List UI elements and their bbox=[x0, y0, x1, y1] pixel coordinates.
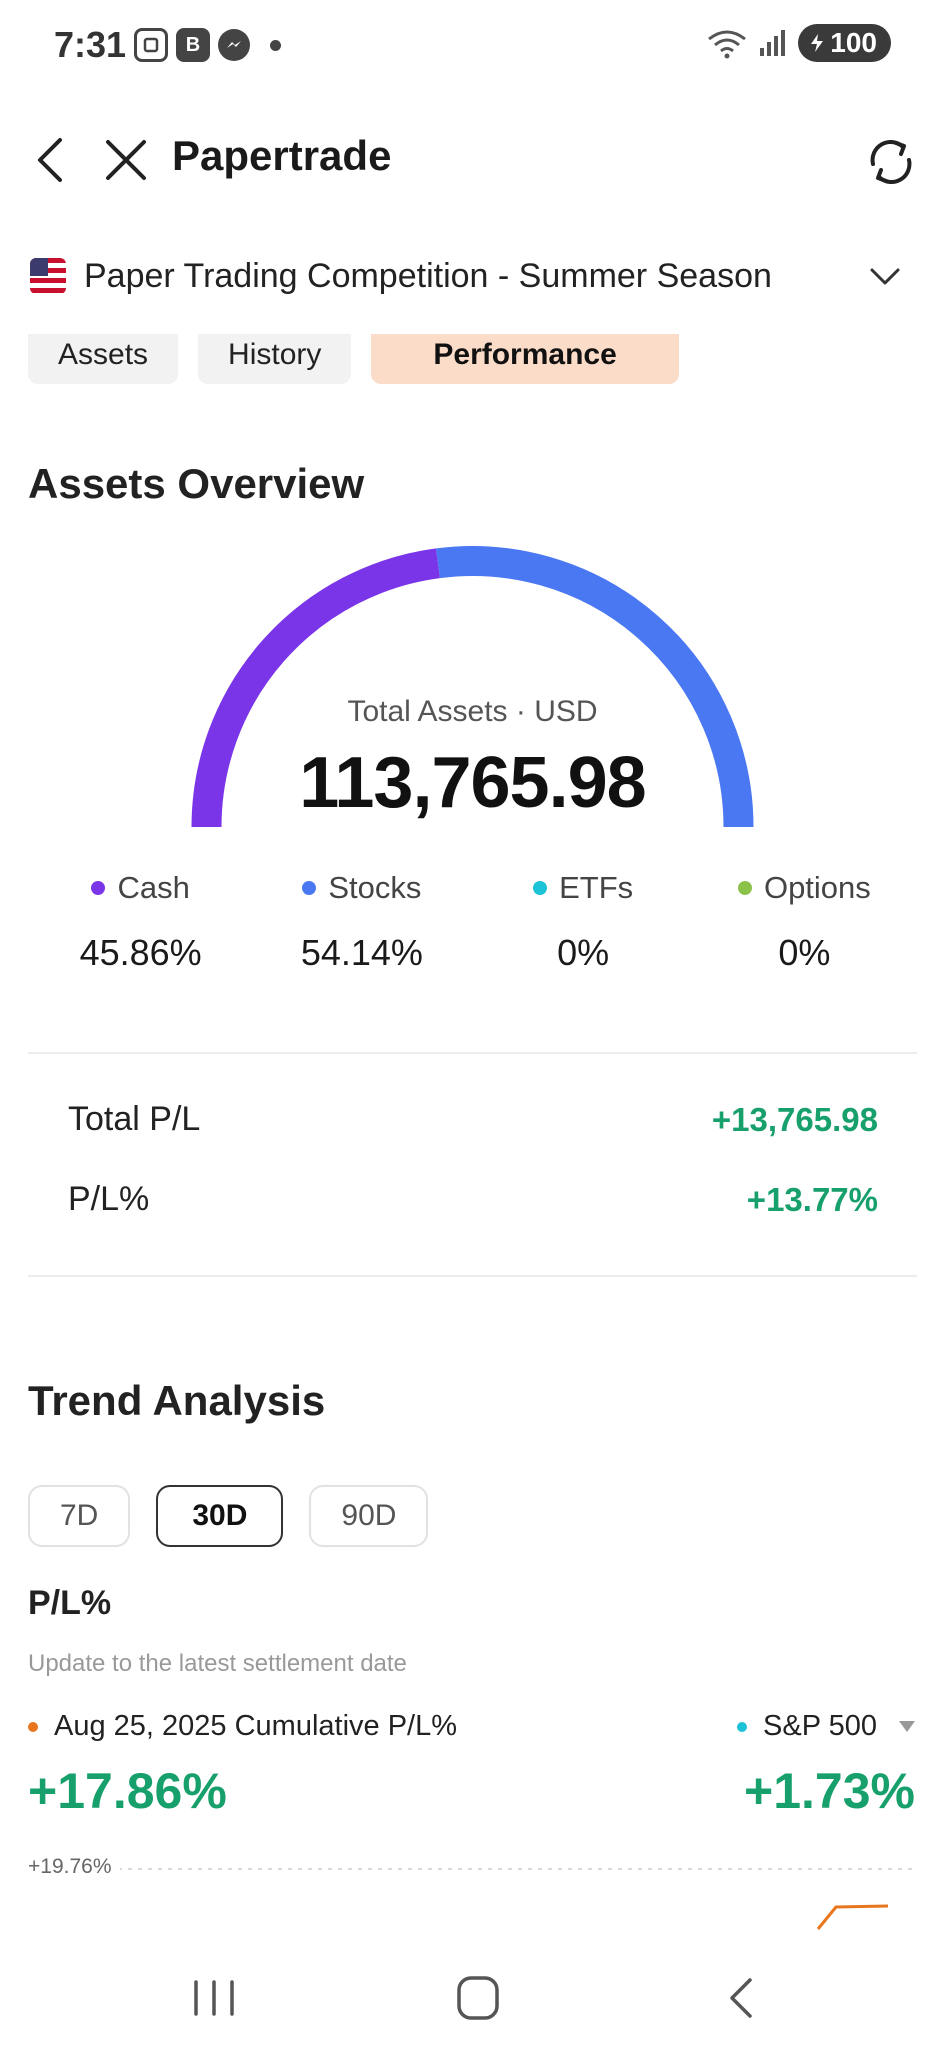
competition-selector[interactable]: Paper Trading Competition - Summer Seaso… bbox=[30, 248, 915, 304]
tab-assets[interactable]: Assets bbox=[28, 334, 179, 384]
allocation-name: Options bbox=[763, 870, 871, 905]
status-time: 7:31 bbox=[54, 24, 127, 65]
total-pl-row: Total P/L +13,765.98 bbox=[68, 1100, 878, 1139]
signal-icon bbox=[760, 30, 786, 56]
allocation-etfs: ETFs 0% bbox=[473, 870, 694, 974]
cash-dot-icon bbox=[91, 881, 106, 895]
allocation-options: Options 0% bbox=[694, 870, 915, 974]
divider bbox=[28, 1052, 917, 1054]
battery-icon: 100 bbox=[798, 24, 891, 62]
home-icon[interactable] bbox=[446, 1972, 510, 2024]
refresh-icon[interactable] bbox=[863, 134, 919, 190]
etfs-dot-icon bbox=[533, 881, 548, 895]
allocation-pct: 45.86% bbox=[79, 932, 202, 973]
dropdown-triangle-icon bbox=[899, 1721, 915, 1732]
period-30d[interactable]: 30D bbox=[156, 1485, 284, 1547]
wifi-icon bbox=[708, 30, 747, 59]
pl-chart-title: P/L% bbox=[28, 1584, 112, 1622]
allocation-name: Cash bbox=[117, 870, 190, 905]
dot-icon bbox=[270, 39, 281, 51]
allocation-cash: Cash 45.86% bbox=[30, 870, 251, 974]
allocation-pct: 0% bbox=[557, 932, 610, 973]
legend-portfolio-label: Aug 25, 2025 Cumulative P/L% bbox=[54, 1710, 458, 1742]
portfolio-line bbox=[816, 1904, 889, 1930]
app-header: Papertrade bbox=[0, 120, 945, 200]
divider bbox=[28, 1275, 917, 1277]
benchmark-pl-value: +1.73% bbox=[744, 1763, 915, 1819]
pl-pct-row: P/L% +13.77% bbox=[68, 1180, 878, 1219]
legend-benchmark-label: S&P 500 bbox=[763, 1710, 877, 1742]
pl-trend-chart-svg bbox=[118, 1868, 917, 1930]
competition-label: Paper Trading Competition - Summer Seaso… bbox=[84, 256, 772, 295]
status-notification-icons: B bbox=[134, 28, 281, 62]
system-back-icon[interactable] bbox=[710, 1972, 774, 2024]
status-bar: 7:31 B 100 bbox=[0, 0, 945, 90]
period-7d[interactable]: 7D bbox=[28, 1485, 131, 1547]
back-arrow-icon[interactable] bbox=[26, 134, 78, 186]
allocation-pct: 54.14% bbox=[300, 932, 423, 973]
portfolio-pl-value: +17.86% bbox=[28, 1763, 227, 1819]
system-nav-bar bbox=[0, 1950, 945, 2048]
portfolio-dot-icon bbox=[28, 1721, 38, 1732]
close-icon[interactable] bbox=[100, 134, 152, 186]
trend-analysis-title: Trend Analysis bbox=[28, 1377, 326, 1424]
battery-level: 100 bbox=[830, 27, 877, 58]
us-flag-icon bbox=[30, 258, 66, 294]
status-system-icons: 100 bbox=[706, 24, 891, 62]
assets-overview-title: Assets Overview bbox=[28, 460, 365, 507]
legend-portfolio: Aug 25, 2025 Cumulative P/L% bbox=[28, 1710, 457, 1743]
allocation-pct: 0% bbox=[778, 932, 831, 973]
period-90d[interactable]: 90D bbox=[309, 1485, 429, 1547]
tab-performance[interactable]: Performance bbox=[371, 334, 679, 384]
total-pl-label: Total P/L bbox=[68, 1100, 201, 1138]
pl-trend-chart: +19.76% bbox=[28, 1855, 917, 1935]
tab-bar: Assets History Performance bbox=[28, 334, 679, 384]
sp500-dot-icon bbox=[737, 1721, 748, 1732]
period-selector: 7D 30D 90D bbox=[28, 1485, 429, 1547]
page-title: Papertrade bbox=[172, 132, 392, 179]
tab-history[interactable]: History bbox=[198, 334, 352, 384]
allocation-name: ETFs bbox=[559, 870, 634, 905]
pl-pct-value: +13.77% bbox=[746, 1180, 878, 1218]
stocks-dot-icon bbox=[302, 881, 317, 895]
total-assets-value: 113,765.98 bbox=[299, 743, 646, 823]
allocation-name: Stocks bbox=[328, 870, 422, 905]
allocation-breakdown: Cash 45.86% Stocks 54.14% ETFs 0% Option… bbox=[30, 870, 915, 974]
options-dot-icon bbox=[737, 881, 752, 895]
benchmark-selector[interactable]: S&P 500 bbox=[737, 1710, 915, 1743]
pl-pct-label: P/L% bbox=[68, 1180, 150, 1218]
screenshot-icon bbox=[134, 28, 168, 62]
total-pl-value: +13,765.98 bbox=[711, 1100, 878, 1138]
settlement-note: Update to the latest settlement date bbox=[28, 1650, 407, 1677]
recent-apps-icon[interactable] bbox=[182, 1972, 246, 2024]
chart-top-label: +19.76% bbox=[28, 1855, 120, 1879]
allocation-stocks: Stocks 54.14% bbox=[251, 870, 472, 974]
total-assets-label: Total Assets · USD bbox=[347, 695, 598, 728]
chevron-down-icon bbox=[870, 268, 900, 285]
messenger-icon bbox=[218, 29, 250, 61]
b-app-icon: B bbox=[176, 28, 210, 62]
